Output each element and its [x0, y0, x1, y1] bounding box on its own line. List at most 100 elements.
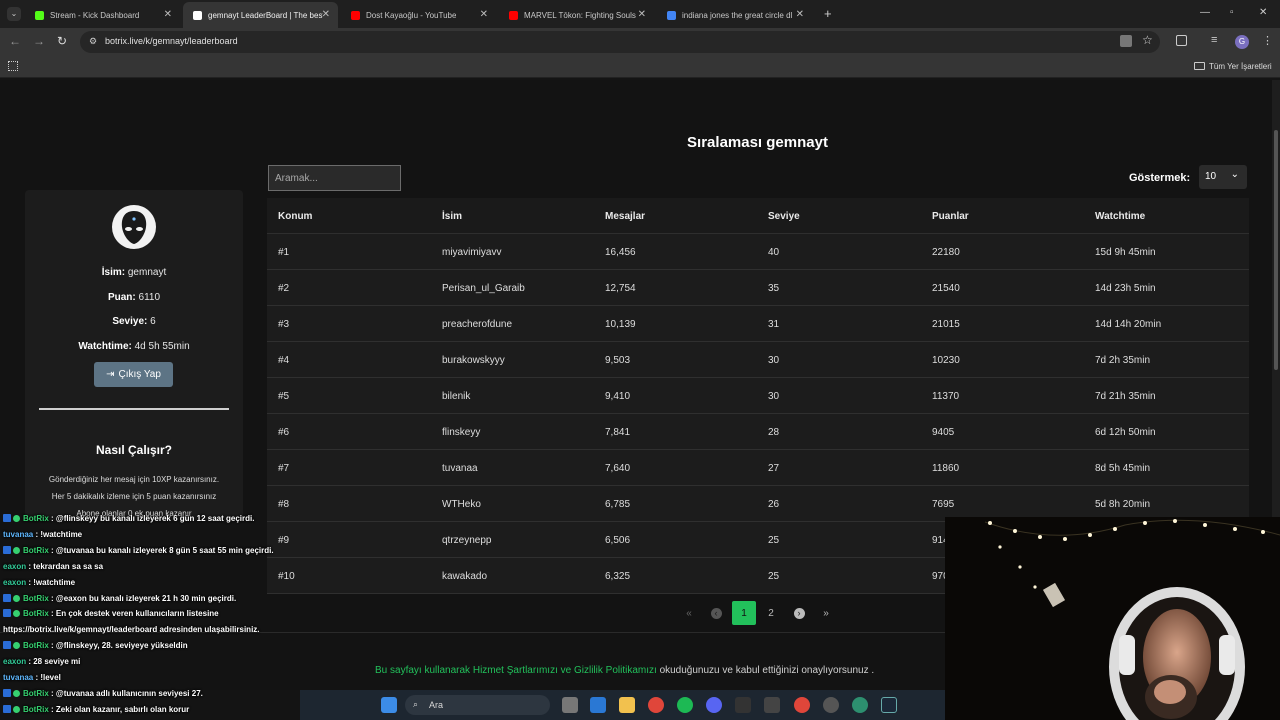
verified-icon: [13, 610, 20, 618]
stream-chat-overlay: BotRix : @flinskeyy bu kanalı izleyerek …: [0, 512, 300, 720]
windows-start-icon[interactable]: [381, 697, 397, 713]
tab-favicon-icon: [509, 10, 518, 20]
apps-grid-icon[interactable]: [8, 61, 18, 71]
tab-close-icon[interactable]: ✕: [796, 9, 804, 20]
chat-separator: :: [48, 593, 56, 603]
tab-close-icon[interactable]: ✕: [322, 9, 330, 20]
tab-title: MARVEL Tōkon: Fighting Souls: [524, 10, 636, 20]
table-row: #4 burakowskyyy 9,503 30 10230 7d 2h 35min: [267, 342, 1249, 378]
media-icon[interactable]: ≡: [1211, 34, 1217, 46]
close-window-icon[interactable]: ✕: [1259, 7, 1267, 18]
restore-icon[interactable]: ▫: [1230, 7, 1234, 18]
cell-watchtime: 5d 8h 20min: [1095, 499, 1151, 510]
first-page-button[interactable]: «: [677, 601, 701, 625]
chat-message: BotRix : En çok destek veren kullanıcıla…: [3, 609, 219, 618]
cell-messages: 9,503: [605, 355, 631, 366]
obs-icon[interactable]: [823, 697, 839, 713]
logout-button[interactable]: ⇥ Çıkış Yap: [94, 362, 173, 387]
privacy-link[interactable]: Gizlilik Politikamızı: [574, 665, 657, 676]
chrome-icon[interactable]: [648, 697, 664, 713]
col-header-watchtime[interactable]: Watchtime: [1095, 211, 1145, 222]
next-page-button[interactable]: ›: [787, 601, 811, 625]
cell-level: 30: [768, 355, 780, 366]
file-explorer-icon[interactable]: [619, 697, 635, 713]
taskbar-search[interactable]: ⌕ Ara: [405, 695, 550, 715]
scrollbar-thumb[interactable]: [1274, 130, 1278, 370]
tab-favicon-icon: [35, 10, 44, 20]
col-header-messages[interactable]: Mesajlar: [605, 211, 645, 222]
cell-messages: 7,640: [605, 463, 631, 474]
bookmark-star-icon[interactable]: ☆: [1142, 33, 1153, 47]
all-bookmarks-label[interactable]: Tüm Yer İşaretleri: [1209, 62, 1272, 71]
epic-games-icon[interactable]: [735, 697, 751, 713]
page-2-button[interactable]: 2: [759, 601, 783, 625]
verified-icon: [13, 594, 20, 602]
chat-username: BotRix: [23, 514, 49, 523]
tab-title: Dost Kayaoğlu - YouTube: [366, 10, 457, 20]
chat-separator: :: [48, 609, 56, 619]
menu-icon[interactable]: ⋮: [1262, 34, 1273, 47]
browser-tab[interactable]: MARVEL Tōkon: Fighting Souls ✕: [499, 2, 654, 28]
cell-position: #3: [278, 319, 290, 330]
forward-icon[interactable]: →: [33, 34, 45, 48]
terms-link[interactable]: Hizmet Şartlarımızı: [473, 665, 558, 676]
prev-page-button[interactable]: ‹: [704, 601, 728, 625]
search-input[interactable]: [268, 165, 401, 191]
chat-username: BotRix: [23, 593, 49, 603]
discord-icon[interactable]: [706, 697, 722, 713]
next-arrow-icon: ›: [793, 607, 805, 619]
table-row: #1 miyavimiyavv 16,456 40 22180 15d 9h 45min: [267, 234, 1249, 270]
tab-search-icon[interactable]: ⌄: [7, 7, 21, 21]
page-1-button[interactable]: 1: [732, 601, 756, 625]
reload-icon[interactable]: ↻: [57, 34, 67, 48]
tab-favicon-icon: [351, 10, 360, 20]
store-icon[interactable]: [590, 697, 606, 713]
tab-close-icon[interactable]: ✕: [638, 9, 646, 20]
cell-level: 31: [768, 319, 780, 330]
tab-close-icon[interactable]: ✕: [480, 9, 488, 20]
cell-level: 35: [768, 283, 780, 294]
translate-icon[interactable]: [1120, 35, 1132, 47]
minimize-icon[interactable]: —: [1200, 7, 1210, 18]
chrome-active-icon[interactable]: [794, 697, 810, 713]
cell-level: 40: [768, 247, 780, 258]
cell-name: flinskeyy: [442, 427, 481, 438]
browser-tab[interactable]: Stream - Kick Dashboard ✕: [25, 2, 180, 28]
cell-watchtime: 7d 2h 35min: [1095, 355, 1151, 366]
chat-message: eaxon : !watchtime: [3, 578, 75, 587]
col-header-points[interactable]: Puanlar: [932, 211, 969, 222]
browser-tab[interactable]: Dost Kayaoğlu - YouTube ✕: [341, 2, 496, 28]
chat-message: BotRix : @tuvanaa adlı kullanıcının sevi…: [3, 688, 203, 698]
col-header-position[interactable]: Konum: [278, 211, 312, 222]
back-icon[interactable]: ←: [9, 34, 21, 48]
task-view-icon[interactable]: [562, 697, 578, 713]
messenger-icon[interactable]: [852, 697, 868, 713]
spotify-icon[interactable]: [677, 697, 693, 713]
site-info-icon[interactable]: ⚙: [89, 36, 97, 47]
url-text[interactable]: botrix.live/k/gemnayt/leaderboard: [105, 36, 238, 46]
browser-tab[interactable]: indiana jones the great circle dl ✕: [657, 2, 812, 28]
steam-icon[interactable]: [881, 697, 897, 713]
cell-level: 25: [768, 571, 780, 582]
col-header-name[interactable]: İsim: [442, 211, 462, 222]
extensions-icon[interactable]: [1176, 35, 1187, 46]
tab-close-icon[interactable]: ✕: [164, 9, 172, 20]
last-page-button[interactable]: »: [814, 601, 838, 625]
app-icon[interactable]: [764, 697, 780, 713]
browser-tab[interactable]: gemnayt LeaderBoard | The best ✕: [183, 2, 338, 28]
table-row: #5 bilenik 9,410 30 11370 7d 21h 35min: [267, 378, 1249, 414]
page-size-select[interactable]: 10 ⌄: [1199, 165, 1247, 189]
url-omnibox[interactable]: ⚙ botrix.live/k/gemnayt/leaderboard ☆: [80, 31, 1160, 53]
profile-avatar[interactable]: G: [1235, 35, 1249, 49]
new-tab-button[interactable]: +: [824, 6, 832, 21]
chat-separator: :: [48, 514, 56, 523]
footer-and: ve: [560, 665, 572, 676]
cell-position: #6: [278, 427, 290, 438]
table-row: #3 preacherofdune 10,139 31 21015 14d 14h 20m…: [267, 306, 1249, 342]
col-header-level[interactable]: Seviye: [768, 211, 800, 222]
cell-level: 28: [768, 427, 780, 438]
cell-points: 21015: [932, 319, 960, 330]
webcam-overlay: [945, 517, 1280, 720]
cell-watchtime: 7d 21h 35min: [1095, 391, 1156, 402]
folder-icon[interactable]: [1194, 62, 1205, 70]
